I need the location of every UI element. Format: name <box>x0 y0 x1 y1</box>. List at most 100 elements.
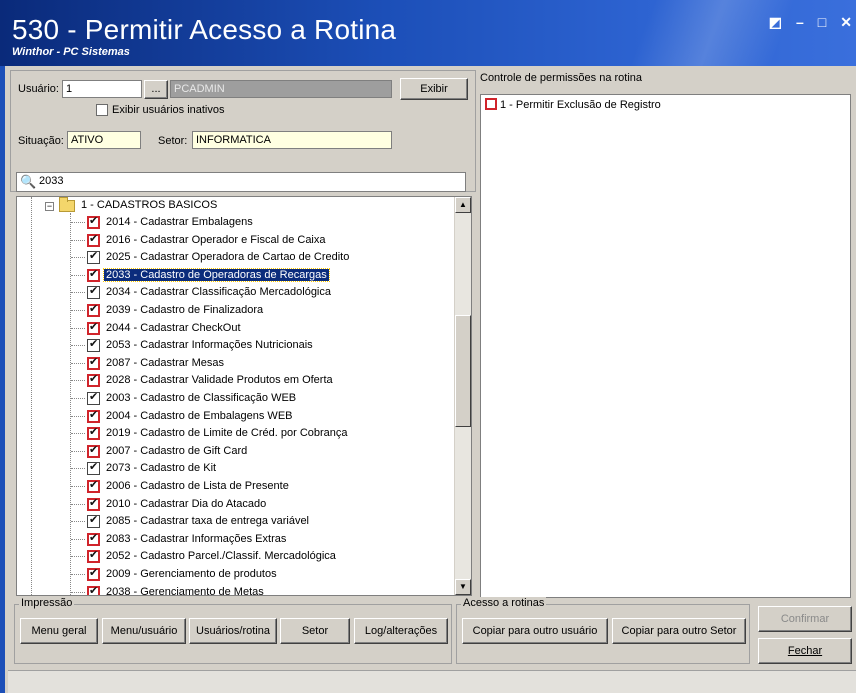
checked-checkbox-icon[interactable] <box>87 214 100 229</box>
tree-item[interactable]: 2014 - Cadastrar Embalagens <box>17 214 455 231</box>
checked-checkbox-icon[interactable] <box>87 496 100 511</box>
tree-item-label: 2083 - Cadastrar Informações Extras <box>106 532 287 545</box>
exibir-button[interactable]: Exibir <box>400 78 468 100</box>
status-bar <box>8 670 856 693</box>
checked-checkbox-icon[interactable] <box>87 478 100 493</box>
restore-icon[interactable]: ◩ <box>769 14 782 31</box>
fechar-button[interactable]: Fechar <box>758 638 852 664</box>
tree-item[interactable]: 2085 - Cadastrar taxa de entrega variáve… <box>17 513 455 530</box>
tree-branch-line <box>71 398 85 399</box>
minimize-icon[interactable]: – <box>796 14 804 31</box>
tree-item-label: 2073 - Cadastro de Kit <box>106 462 217 475</box>
checked-checkbox-icon[interactable] <box>87 443 100 458</box>
checked-checkbox-icon[interactable] <box>87 513 100 529</box>
copy-to-user-button[interactable]: Copiar para outro usuário <box>462 618 608 644</box>
checked-checkbox-icon[interactable] <box>87 355 100 370</box>
tree-item[interactable]: 2025 - Cadastrar Operadora de Cartao de … <box>17 249 455 266</box>
close-icon[interactable]: ✕ <box>840 14 852 31</box>
usuario-code-input[interactable]: 1 <box>62 80 142 98</box>
tree-item-label: 2004 - Cadastro de Embalagens WEB <box>106 409 293 422</box>
routine-tree[interactable]: − 1 - CADASTROS BASICOS 2014 - Cadastrar… <box>16 196 472 596</box>
checked-checkbox-icon[interactable] <box>87 584 100 595</box>
tree-branch-line <box>71 538 85 540</box>
tree-item-label: 2038 - Gerenciamento de Metas <box>106 585 264 596</box>
checked-checkbox-icon[interactable] <box>87 566 100 581</box>
situacao-field[interactable]: ATIVO <box>67 131 141 149</box>
tree-item[interactable]: 2083 - Cadastrar Informações Extras <box>17 531 455 548</box>
tree-item[interactable]: 2053 - Cadastrar Informações Nutricionai… <box>17 337 455 354</box>
search-input[interactable]: 2033 <box>39 175 63 187</box>
tree-item[interactable]: 2007 - Cadastro de Gift Card <box>17 443 455 460</box>
tree-item[interactable]: 2039 - Cadastro de Finalizadora <box>17 302 455 319</box>
tree-item[interactable]: 2052 - Cadastro Parcel./Classif. Mercado… <box>17 548 455 565</box>
tree-item[interactable]: 2006 - Cadastro de Lista de Presente <box>17 478 455 495</box>
checked-checkbox-icon[interactable] <box>87 320 100 335</box>
tree-item[interactable]: 2034 - Cadastrar Classificação Mercadoló… <box>17 284 455 301</box>
setor-field[interactable]: INFORMATICA <box>192 131 392 149</box>
tree-item-label: 2025 - Cadastrar Operadora de Cartao de … <box>106 251 350 264</box>
tree-item[interactable]: 2038 - Gerenciamento de Metas <box>17 584 455 596</box>
tree-item[interactable]: 2044 - Cadastrar CheckOut <box>17 320 455 337</box>
confirmar-button[interactable]: Confirmar <box>758 606 852 632</box>
window-left-edge <box>0 66 5 693</box>
window-title: 530 - Permitir Acesso a Rotina <box>12 14 397 45</box>
checked-checkbox-icon[interactable] <box>87 390 100 405</box>
inactive-users-checkbox[interactable] <box>96 104 108 116</box>
setor-label: Setor: <box>158 135 188 147</box>
maximize-icon[interactable]: □ <box>818 14 826 31</box>
checked-checkbox-icon[interactable] <box>87 425 100 441</box>
log-alteracoes-button[interactable]: Log/alterações <box>354 618 448 644</box>
permissions-panel: Controle de permissões na rotina 1 - Per… <box>478 70 853 598</box>
tree-item[interactable]: 2003 - Cadastro de Classificação WEB <box>17 390 455 407</box>
checked-checkbox-icon[interactable] <box>87 337 100 353</box>
checked-checkbox-icon[interactable] <box>87 408 100 423</box>
copy-to-sector-button[interactable]: Copiar para outro Setor <box>612 618 746 644</box>
scroll-thumb[interactable] <box>455 315 471 427</box>
routine-search-box[interactable]: 🔍 2033 <box>16 172 466 192</box>
collapse-icon[interactable]: − <box>45 202 54 211</box>
scroll-up-icon[interactable]: ▲ <box>455 197 471 213</box>
usuarios-rotina-button[interactable]: Usuários/rotina <box>189 618 277 644</box>
user-lookup-button[interactable]: ... <box>144 80 168 99</box>
tree-item[interactable]: 2009 - Gerenciamento de produtos <box>17 566 455 583</box>
checked-checkbox-icon[interactable] <box>87 284 100 300</box>
checked-checkbox-icon[interactable] <box>87 267 100 282</box>
checked-checkbox-icon[interactable] <box>87 548 100 564</box>
checked-checkbox-icon[interactable] <box>87 531 100 546</box>
menu-usuario-button[interactable]: Menu/usuário <box>102 618 186 644</box>
folder-icon <box>59 197 75 212</box>
tree-scrollbar[interactable]: ▲ ▼ <box>454 197 471 595</box>
checked-checkbox-icon[interactable] <box>87 249 100 265</box>
checked-checkbox-icon[interactable] <box>87 302 100 317</box>
tree-item-label: 2034 - Cadastrar Classificação Mercadoló… <box>106 286 331 299</box>
tree-item[interactable]: 2087 - Cadastrar Mesas <box>17 355 455 372</box>
checked-checkbox-icon[interactable] <box>87 232 100 247</box>
tree-item[interactable]: 2016 - Cadastrar Operador e Fiscal de Ca… <box>17 232 455 249</box>
permission-checkbox[interactable] <box>485 98 497 110</box>
tree-branch-line <box>71 345 85 347</box>
tree-branch-line <box>71 274 85 276</box>
tree-item[interactable]: 2033 - Cadastro de Operadoras de Recarga… <box>17 267 455 284</box>
tree-branch-line <box>71 222 85 223</box>
tree-item[interactable]: 2004 - Cadastro de Embalagens WEB <box>17 408 455 425</box>
search-icon: 🔍 <box>20 174 37 189</box>
window-subtitle: Winthor - PC Sistemas <box>12 46 130 58</box>
tree-item[interactable]: 2019 - Cadastro de Limite de Créd. por C… <box>17 425 455 442</box>
permission-item[interactable]: 1 - Permitir Exclusão de Registro <box>485 98 661 111</box>
menu-geral-button[interactable]: Menu geral <box>20 618 98 644</box>
checked-checkbox-icon[interactable] <box>87 460 100 476</box>
tree-item-label: 2006 - Cadastro de Lista de Presente <box>106 480 289 492</box>
tree-branch-line <box>71 292 85 294</box>
tree-item[interactable]: 2028 - Cadastrar Validade Produtos em Of… <box>17 372 455 389</box>
checked-checkbox-icon[interactable] <box>87 372 100 388</box>
tree-branch-line <box>71 327 85 329</box>
tree-item-label: 2009 - Gerenciamento de produtos <box>106 568 277 580</box>
situacao-label: Situação: <box>18 135 64 147</box>
tree-item-label: 2039 - Cadastro de Finalizadora <box>106 304 264 316</box>
tree-item-label: 2044 - Cadastrar CheckOut <box>106 321 241 334</box>
tree-item-label: 2003 - Cadastro de Classificação WEB <box>106 392 297 404</box>
setor-button[interactable]: Setor <box>280 618 350 644</box>
tree-item[interactable]: 2073 - Cadastro de Kit <box>17 460 455 477</box>
scroll-down-icon[interactable]: ▼ <box>455 579 471 595</box>
tree-item[interactable]: 2010 - Cadastrar Dia do Atacado <box>17 496 455 513</box>
